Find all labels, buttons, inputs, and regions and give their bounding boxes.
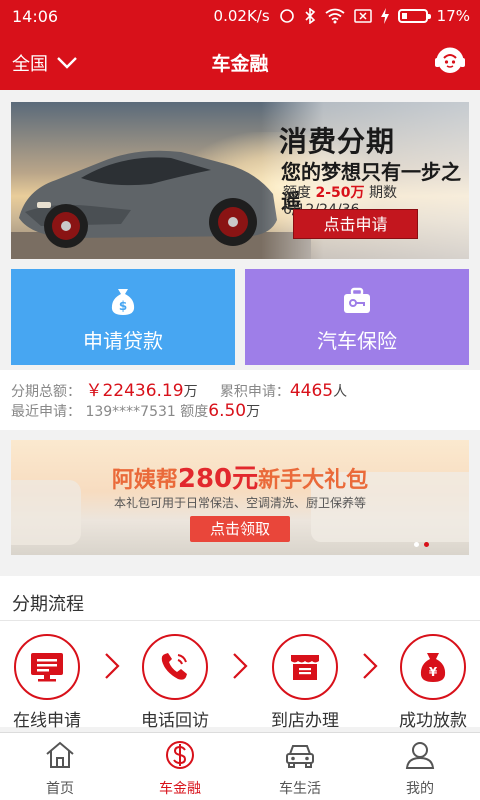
- customer-service-icon[interactable]: [432, 43, 468, 79]
- apply-count-unit: 人: [333, 384, 348, 400]
- chevron-right-icon: [363, 653, 378, 679]
- status-icons: 0.02K/s 17%: [214, 7, 470, 25]
- car-insurance-label: 汽车保险: [317, 329, 397, 353]
- total-label: 分期总额：: [11, 384, 81, 400]
- charging-icon: [380, 8, 389, 24]
- page-title: 车金融: [211, 53, 269, 75]
- home-icon: [46, 741, 74, 768]
- total-value: ￥22436.19: [85, 381, 184, 401]
- apply-now-button[interactable]: 点击申请: [293, 209, 418, 239]
- network-speed: 0.02K/s: [213, 7, 270, 25]
- carousel-dot: [414, 542, 419, 547]
- step-label: 到店办理: [271, 711, 339, 731]
- step-online-apply[interactable]: 在线申请: [2, 634, 92, 731]
- tab-car-finance[interactable]: 车金融: [120, 733, 240, 800]
- recent-quota-value: 6.50: [208, 401, 247, 421]
- battery-icon: [397, 9, 431, 23]
- process-section: 分期流程 在线申请 电话回访 到店办理 ¥ 成功放款: [0, 576, 480, 731]
- total-unit: 万: [183, 384, 198, 400]
- tab-label: 我的: [406, 781, 434, 797]
- sync-icon: [279, 9, 294, 23]
- promo-banner[interactable]: 阿姨帮280元新手大礼包 本礼包可用于日常保洁、空调清洗、厨卫保养等 点击领取: [11, 440, 469, 555]
- status-time: 14:06: [12, 7, 59, 26]
- banner-title: 消费分期: [279, 125, 396, 158]
- carousel-indicator: [414, 542, 429, 547]
- bottom-tab-bar: 首页 车金融 车生活 我的: [0, 732, 480, 800]
- apply-loan-label: 申请贷款: [83, 329, 163, 353]
- recent-quota-label: 额度: [180, 404, 209, 420]
- tab-car-life[interactable]: 车生活: [240, 733, 360, 800]
- phone-icon: [161, 653, 187, 680]
- tab-home[interactable]: 首页: [0, 733, 120, 800]
- stats-panel: 分期总额： ￥22436.19万 累积申请：4465人 最近申请： 139***…: [0, 370, 480, 430]
- step-store-visit[interactable]: 到店办理: [260, 634, 350, 731]
- process-heading: 分期流程: [12, 594, 84, 615]
- claim-button[interactable]: 点击领取: [190, 516, 290, 542]
- monitor-form-icon: [31, 653, 63, 682]
- promo-description: 本礼包可用于日常保洁、空调清洗、厨卫保养等: [113, 496, 366, 510]
- promo-amount: 280元: [177, 464, 259, 494]
- carousel-dot-active: [424, 542, 429, 547]
- wifi-icon: [325, 8, 345, 24]
- money-bag-icon: $: [111, 289, 135, 315]
- promo-title-pre: 阿姨帮: [111, 468, 178, 493]
- hero-banner[interactable]: 消费分期 您的梦想只有一步之遥 额度 2-50万 期数6/12/24/36 点击…: [11, 102, 469, 259]
- finance-dollar-icon: [166, 741, 194, 769]
- tab-label: 首页: [46, 781, 74, 797]
- bluetooth-icon: [305, 8, 315, 24]
- apply-count-value: 4465: [289, 381, 334, 401]
- step-label: 电话回访: [141, 711, 209, 731]
- chevron-right-icon: [233, 653, 248, 679]
- quota-label: 额度: [283, 185, 311, 201]
- svg-text:$: $: [119, 299, 127, 313]
- recent-label: 最近申请：: [11, 404, 81, 420]
- chevron-right-icon: [105, 653, 120, 679]
- user-icon: [405, 742, 435, 769]
- step-label: 在线申请: [13, 711, 81, 731]
- promo-title: 阿姨帮280元新手大礼包: [11, 458, 469, 495]
- no-sim-icon: [353, 9, 372, 23]
- battery-percent: 17%: [436, 7, 470, 25]
- recent-quota-unit: 万: [246, 404, 261, 420]
- briefcase-key-icon: [344, 287, 370, 313]
- status-bar: 14:06 0.02K/s 17%: [0, 0, 480, 34]
- money-bag-yen-icon: ¥: [420, 653, 446, 682]
- promo-title-post: 新手大礼包: [258, 468, 369, 493]
- car-insurance-card[interactable]: 汽车保险: [245, 269, 469, 365]
- tab-label: 车金融: [159, 781, 201, 797]
- svg-text:¥: ¥: [429, 665, 438, 679]
- step-label: 成功放款: [399, 711, 467, 731]
- car-icon: [286, 745, 314, 768]
- tab-mine[interactable]: 我的: [360, 733, 480, 800]
- step-phone-followup[interactable]: 电话回访: [130, 634, 220, 731]
- quota-value: 2-50万: [315, 185, 365, 201]
- nav-bar: 全国 车金融: [0, 34, 480, 90]
- apply-count-label: 累积申请：: [219, 384, 290, 400]
- apply-loan-card[interactable]: $ 申请贷款: [11, 269, 235, 365]
- store-icon: [291, 655, 319, 680]
- step-loan-success[interactable]: ¥ 成功放款: [388, 634, 478, 731]
- recent-phone: 139****7531: [85, 404, 176, 420]
- tab-label: 车生活: [279, 781, 321, 797]
